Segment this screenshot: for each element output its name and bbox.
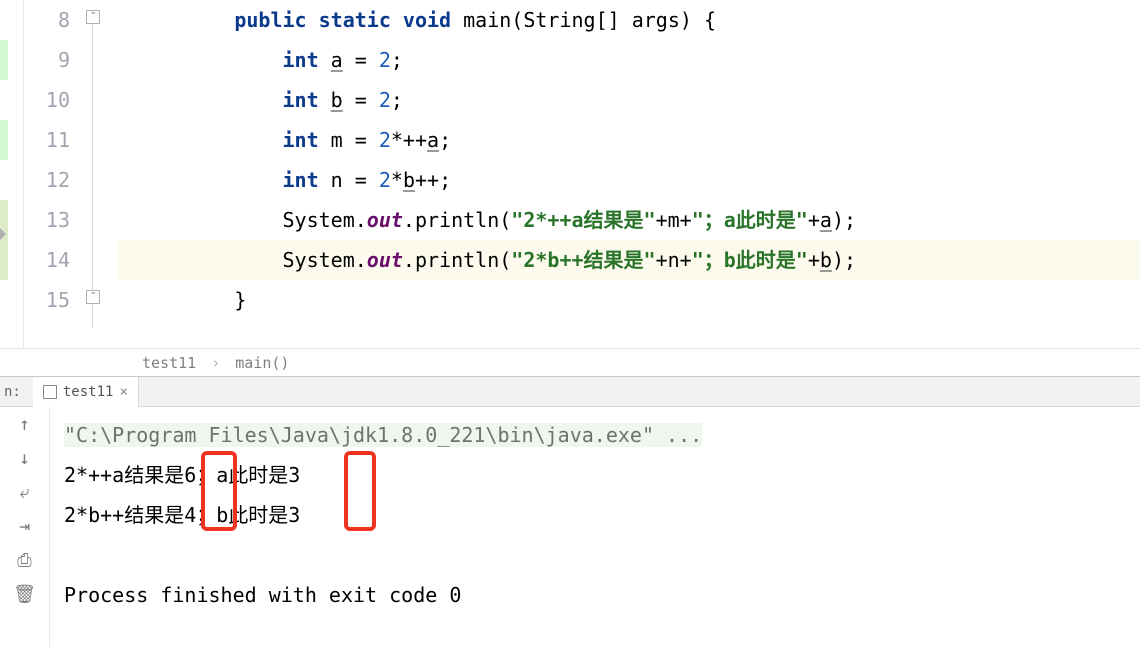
code-line[interactable]: public static void main(String[] args) {	[138, 0, 1140, 40]
fold-collapse-icon[interactable]	[86, 290, 100, 304]
line-number: 15	[24, 280, 70, 320]
code-line[interactable]: int a = 2;	[138, 40, 1140, 80]
line-number: 9	[24, 40, 70, 80]
line-number: 12	[24, 160, 70, 200]
console-exit-line: Process finished with exit code 0	[64, 575, 1126, 615]
line-number: 13	[24, 200, 70, 240]
chevron-right-icon: ›	[211, 354, 220, 372]
console-line	[64, 535, 1126, 575]
code-editor[interactable]: 89101112131415 public static void main(S…	[0, 0, 1140, 348]
run-header: n: test11 ×	[0, 377, 1140, 407]
line-number: 14	[24, 240, 70, 280]
breadcrumb-class[interactable]: test11	[142, 354, 196, 372]
code-area[interactable]: public static void main(String[] args) {…	[118, 0, 1140, 348]
line-number-gutter: 89101112131415	[24, 0, 82, 348]
run-tab[interactable]: test11 ×	[33, 377, 139, 407]
run-toolbar: ↑ ↓ ⤶ ⇥ ⎙ 🗑	[0, 407, 50, 647]
scroll-to-end-icon[interactable]: ⇥	[14, 515, 36, 537]
scroll-up-icon[interactable]: ↑	[14, 413, 36, 435]
breadcrumb-method[interactable]: main()	[235, 354, 289, 372]
line-number: 11	[24, 120, 70, 160]
line-number: 8	[24, 0, 70, 40]
code-line[interactable]: int b = 2;	[138, 80, 1140, 120]
console-command: "C:\Program Files\Java\jdk1.8.0_221\bin\…	[64, 423, 702, 447]
code-line[interactable]: System.out.println("2*++a结果是"+m+"；a此时是"+…	[138, 200, 1140, 240]
fold-guide	[92, 20, 93, 328]
change-marker	[0, 120, 8, 160]
change-marker	[0, 40, 8, 80]
fold-column	[82, 0, 118, 348]
soft-wrap-icon[interactable]: ⤶	[14, 481, 36, 503]
console-line: 2*++a结果是6；a此时是3	[64, 455, 1126, 495]
breadcrumb[interactable]: test11 › main()	[0, 348, 1140, 376]
run-label: n:	[0, 384, 33, 400]
code-line[interactable]: int m = 2*++a;	[138, 120, 1140, 160]
trash-icon[interactable]: 🗑	[14, 583, 36, 605]
code-line[interactable]: int n = 2*b++;	[138, 160, 1140, 200]
print-icon[interactable]: ⎙	[14, 549, 36, 571]
console-output[interactable]: "C:\Program Files\Java\jdk1.8.0_221\bin\…	[50, 407, 1140, 647]
console-line: 2*b++结果是4；b此时是3	[64, 495, 1126, 535]
fold-collapse-icon[interactable]	[86, 10, 100, 24]
run-tab-title: test11	[63, 384, 114, 400]
run-tool-window: n: test11 × ↑ ↓ ⤶ ⇥ ⎙ 🗑 "C:\Program File…	[0, 376, 1140, 647]
close-icon[interactable]: ×	[119, 384, 127, 400]
code-line[interactable]: }	[138, 280, 1140, 320]
scroll-down-icon[interactable]: ↓	[14, 447, 36, 469]
run-config-icon	[43, 385, 57, 399]
expand-chevron-icon[interactable]	[0, 226, 6, 242]
line-number: 10	[24, 80, 70, 120]
marker-gutter	[0, 0, 24, 348]
code-line[interactable]: System.out.println("2*b++结果是"+n+"；b此时是"+…	[138, 240, 1140, 280]
